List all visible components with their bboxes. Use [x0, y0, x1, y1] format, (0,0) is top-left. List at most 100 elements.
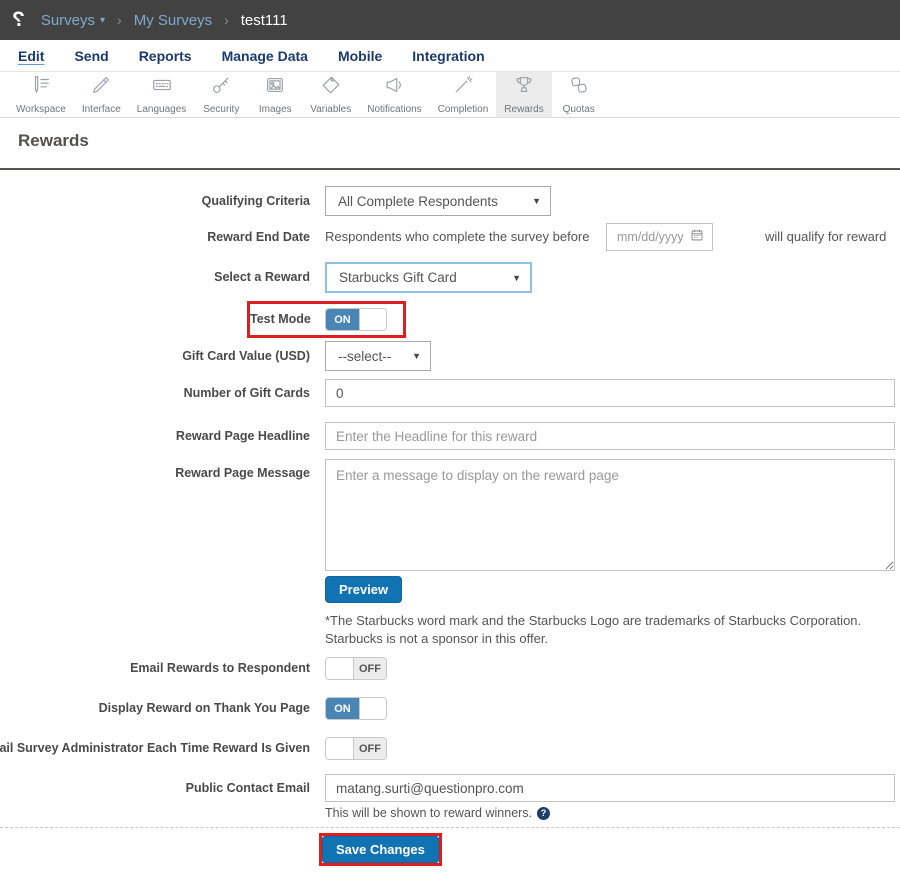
wand-icon	[452, 74, 474, 101]
email-rewards-toggle[interactable]: OFF	[325, 657, 387, 680]
toolbar-item-workspace[interactable]: Workspace	[8, 72, 74, 117]
toolbar-item-languages[interactable]: Languages	[129, 72, 195, 117]
help-question-icon[interactable]: ?	[537, 806, 551, 820]
toolbar-item-label: Workspace	[16, 104, 66, 115]
num-gift-cards-input[interactable]	[325, 379, 895, 407]
toggle-knob	[326, 738, 354, 759]
end-date-input[interactable]: mm/dd/yyyy	[606, 223, 713, 251]
breadcrumb-separator-icon: ›	[117, 12, 122, 28]
email-admin-label: Email Survey Administrator Each Time Rew…	[0, 741, 310, 755]
toggle-knob	[359, 698, 386, 719]
save-changes-button[interactable]: Save Changes	[322, 836, 439, 863]
main-nav-tabs: Edit Send Reports Manage Data Mobile Int…	[0, 40, 900, 72]
gift-card-value-label: Gift Card Value (USD)	[182, 349, 310, 363]
breadcrumb-my-surveys[interactable]: My Surveys	[134, 12, 212, 29]
key-icon	[210, 74, 232, 101]
qualifying-criteria-select[interactable]: All Complete Respondents ▼	[325, 186, 551, 216]
toggle-on-text: ON	[326, 309, 359, 330]
contact-email-label: Public Contact Email	[185, 781, 310, 795]
toolbar-item-label: Quotas	[562, 104, 595, 115]
display-reward-label: Display Reward on Thank You Page	[98, 701, 310, 715]
toolbar-item-interface[interactable]: Interface	[74, 72, 129, 117]
toolbar-item-variables[interactable]: Variables	[302, 72, 359, 117]
gift-card-value-select[interactable]: --select-- ▼	[325, 341, 431, 371]
pen-list-icon	[30, 74, 52, 101]
toolbar-item-label: Rewards	[504, 104, 544, 115]
edit-sub-toolbar: Workspace Interface Languages Security I…	[0, 72, 900, 118]
breadcrumb-surveys[interactable]: Surveys	[41, 12, 95, 29]
select-reward-select[interactable]: Starbucks Gift Card ▼	[325, 262, 532, 293]
select-reward-label: Select a Reward	[214, 270, 310, 284]
chevron-down-icon[interactable]: ▾	[100, 15, 105, 26]
toolbar-item-security[interactable]: Security	[194, 72, 248, 117]
questionpro-logo-icon[interactable]: ?	[12, 8, 25, 32]
tab-mobile[interactable]: Mobile	[338, 48, 382, 64]
preview-button[interactable]: Preview	[325, 576, 403, 603]
trophy-icon	[513, 74, 535, 101]
page-title: Rewards	[18, 131, 89, 150]
test-mode-toggle[interactable]: ON	[325, 308, 387, 331]
end-date-prefix-text: Respondents who complete the survey befo…	[325, 229, 590, 244]
bottom-dashed-divider	[0, 827, 900, 828]
message-label: Reward Page Message	[175, 466, 310, 480]
title-divider	[0, 168, 900, 170]
display-reward-toggle[interactable]: ON	[325, 697, 387, 720]
helper-text: This will be shown to reward winners.	[325, 806, 533, 820]
tab-reports[interactable]: Reports	[139, 48, 192, 64]
contact-email-input[interactable]	[325, 774, 895, 802]
toolbar-item-images[interactable]: Images	[248, 72, 302, 117]
pen-icon	[90, 74, 112, 101]
qualifying-criteria-label: Qualifying Criteria	[201, 194, 310, 208]
toolbar-item-label: Interface	[81, 104, 121, 115]
gift-card-value-value: --select--	[338, 348, 392, 364]
contact-email-helper: This will be shown to reward winners. ?	[325, 806, 551, 820]
save-highlight-box: Save Changes	[319, 833, 442, 866]
headline-label: Reward Page Headline	[175, 429, 310, 443]
select-reward-value: Starbucks Gift Card	[339, 270, 457, 285]
test-mode-label: Test Mode	[250, 312, 311, 326]
top-header-bar: ? Surveys ▾ › My Surveys › test111	[0, 0, 900, 40]
tab-integration[interactable]: Integration	[412, 48, 484, 64]
megaphone-icon	[383, 74, 405, 101]
toolbar-item-completion[interactable]: Completion	[430, 72, 497, 117]
headline-input[interactable]	[325, 422, 895, 450]
image-icon	[264, 74, 286, 101]
toggle-off-text: OFF	[354, 658, 386, 679]
toolbar-item-label: Completion	[437, 104, 489, 115]
toolbar-item-label: Languages	[136, 104, 187, 115]
tab-manage-data[interactable]: Manage Data	[222, 48, 308, 64]
starbucks-disclaimer-text: *The Starbucks word mark and the Starbuc…	[325, 613, 862, 646]
chain-icon	[568, 74, 590, 101]
toolbar-item-quotas[interactable]: Quotas	[552, 72, 606, 117]
num-gift-cards-label: Number of Gift Cards	[183, 386, 310, 400]
toggle-knob	[326, 658, 354, 679]
toolbar-item-rewards[interactable]: Rewards	[496, 72, 552, 117]
select-caret-icon: ▼	[532, 196, 541, 206]
end-date-placeholder: mm/dd/yyyy	[617, 230, 684, 244]
test-mode-highlight-box: Test Mode ON	[247, 301, 406, 338]
toggle-off-text: OFF	[354, 738, 386, 759]
toolbar-item-notifications[interactable]: Notifications	[359, 72, 429, 117]
rewards-settings-page: ? Surveys ▾ › My Surveys › test111 Edit …	[0, 0, 900, 874]
toggle-on-text: ON	[326, 698, 359, 719]
keyboard-icon	[151, 74, 173, 101]
end-date-suffix-text: will qualify for reward	[765, 229, 887, 244]
tag-icon	[320, 74, 342, 101]
toolbar-item-label: Notifications	[367, 104, 422, 115]
breadcrumb-separator-icon: ›	[224, 12, 229, 28]
message-textarea[interactable]	[325, 459, 895, 571]
select-caret-icon: ▼	[412, 351, 421, 361]
breadcrumb-current-survey: test111	[240, 11, 288, 29]
reward-end-date-label: Reward End Date	[207, 230, 310, 244]
toolbar-item-label: Images	[258, 104, 292, 115]
qualifying-criteria-value: All Complete Respondents	[338, 193, 498, 209]
tab-send[interactable]: Send	[74, 48, 108, 64]
tab-edit[interactable]: Edit	[18, 48, 44, 64]
select-caret-icon: ▼	[512, 272, 521, 283]
toolbar-item-label: Security	[203, 104, 240, 115]
calendar-icon[interactable]	[690, 228, 704, 247]
toggle-knob	[359, 309, 386, 330]
email-rewards-label: Email Rewards to Respondent	[130, 661, 310, 675]
toolbar-item-label: Variables	[310, 104, 352, 115]
email-admin-toggle[interactable]: OFF	[325, 737, 387, 760]
